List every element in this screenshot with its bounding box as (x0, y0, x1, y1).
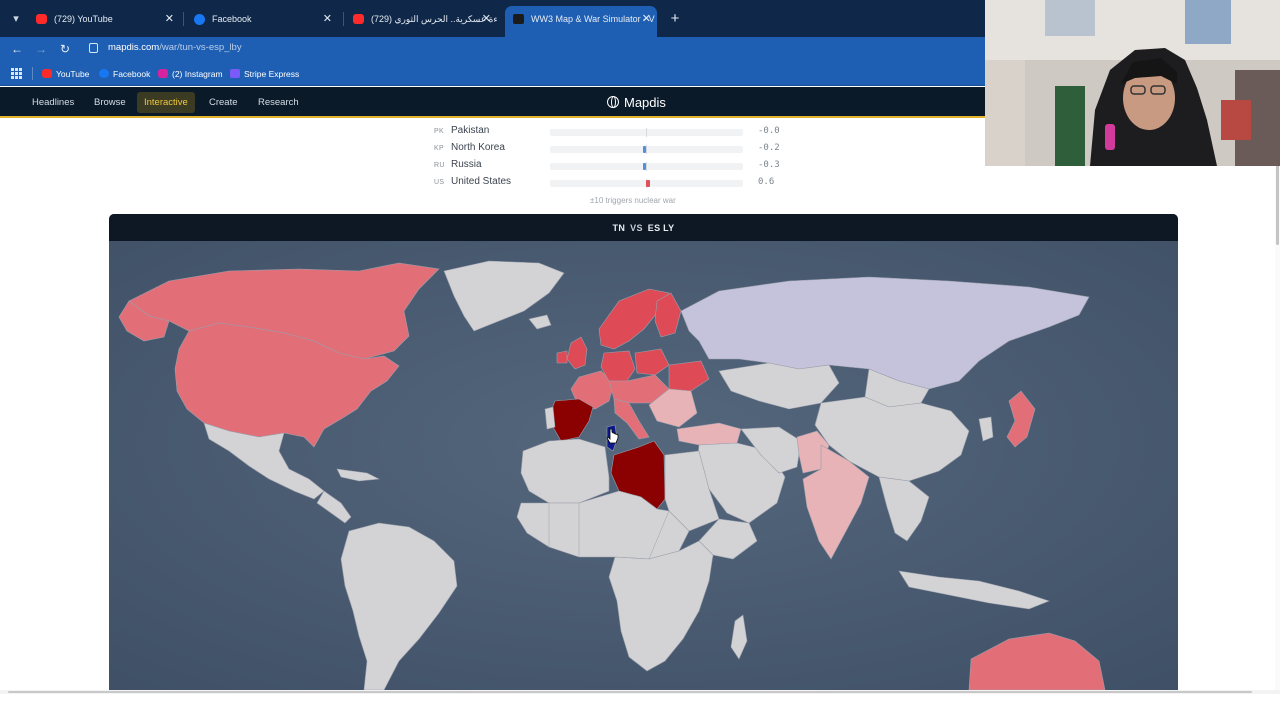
country-code: RU (434, 162, 445, 169)
reload-icon[interactable]: ↻ (56, 39, 74, 59)
stripe-icon (230, 69, 240, 78)
country-name: North Korea (451, 142, 505, 153)
close-icon[interactable]: ✕ (323, 6, 332, 32)
bookmark-instagram[interactable]: (2) Instagram (158, 67, 223, 81)
bookmark-label: YouTube (56, 69, 90, 79)
mouse-cursor-icon (606, 428, 619, 444)
country-name: United States (451, 176, 512, 187)
facebook-icon (99, 69, 109, 78)
tension-value: -0.0 (758, 126, 780, 136)
nav-headlines[interactable]: Headlines (25, 92, 81, 113)
tension-value: -0.3 (758, 160, 780, 170)
youtube-icon (353, 14, 364, 24)
country-code: US (434, 179, 445, 186)
tab-title: (729) قراءة عسكرية.. الحرس الثوري (371, 14, 497, 24)
mapdis-icon (513, 14, 524, 24)
tension-bar (550, 179, 743, 188)
youtube-icon (42, 69, 52, 78)
tab-youtube-video[interactable]: (729) قراءة عسكرية.. الحرس الثوري ✕ (345, 6, 497, 32)
bookmark-youtube[interactable]: YouTube (42, 67, 89, 81)
apps-grid-icon[interactable] (11, 68, 22, 79)
tab-ww3-map[interactable]: WW3 Map & War Simulator - V ✕ (505, 6, 657, 37)
tab-title: Facebook (212, 14, 252, 24)
new-tab-button[interactable]: + (668, 9, 682, 29)
address-bar[interactable]: mapdis.com/war/tun-vs-esp_lby (108, 42, 242, 53)
country-north-africa[interactable] (520, 438, 610, 504)
tab-separator (343, 12, 344, 26)
tension-fill (646, 180, 650, 187)
scroll-thumb[interactable] (8, 691, 1252, 693)
country-portugal[interactable] (544, 406, 556, 430)
vs-label: VS (630, 223, 643, 233)
country-code: KP (434, 145, 444, 152)
tab-title: (729) YouTube (54, 14, 113, 24)
tension-center-line (646, 162, 647, 171)
back-icon[interactable]: ← (8, 39, 26, 59)
side-a-label: TN (612, 223, 626, 233)
tension-center-line (646, 145, 647, 154)
bookmark-facebook[interactable]: Facebook (99, 67, 150, 81)
war-map-card: TN VS ES LY (109, 214, 1178, 690)
nav-interactive[interactable]: Interactive (137, 92, 195, 113)
tab-search-icon[interactable]: ▾ (6, 9, 26, 29)
site-logo[interactable]: Mapdis (607, 93, 666, 112)
nav-create[interactable]: Create (202, 92, 245, 113)
side-b-label: ES LY (647, 223, 675, 233)
bookmark-separator (32, 67, 33, 80)
url-host: mapdis.com (108, 42, 160, 53)
tension-value: -0.2 (758, 143, 780, 153)
screen: ▾ (729) YouTube ✕ Facebook ✕ (729) قراءة… (0, 0, 1280, 720)
country-name: Pakistan (451, 125, 490, 136)
bookmark-label: Facebook (113, 69, 151, 79)
bookmark-label: (2) Instagram (172, 69, 223, 79)
close-icon[interactable]: ✕ (642, 6, 651, 32)
tension-value: 0.6 (758, 177, 775, 187)
tab-separator (183, 12, 184, 26)
tab-facebook[interactable]: Facebook ✕ (186, 6, 338, 32)
globe-icon (607, 96, 619, 108)
close-icon[interactable]: ✕ (165, 6, 174, 32)
tension-bar (550, 162, 743, 171)
country-ireland[interactable] (556, 350, 568, 364)
vertical-scrollbar[interactable] (1275, 120, 1280, 690)
tension-center-line (646, 128, 647, 137)
site-info-icon[interactable] (89, 43, 98, 53)
nav-browse[interactable]: Browse (87, 92, 133, 113)
world-map[interactable] (109, 241, 1178, 690)
tension-fill (643, 146, 646, 153)
instagram-icon (158, 69, 168, 78)
brand-name: Mapdis (624, 95, 666, 110)
close-icon[interactable]: ✕ (482, 6, 491, 32)
tension-note: ±10 triggers nuclear war (590, 196, 676, 205)
url-path: /war/tun-vs-esp_lby (159, 42, 242, 53)
country-name: Russia (451, 159, 482, 170)
country-code: PK (434, 128, 444, 135)
youtube-icon (36, 14, 47, 24)
facebook-icon (194, 14, 205, 25)
horizontal-scrollbar[interactable] (0, 690, 1280, 694)
bookmark-stripe-express[interactable]: Stripe Express (230, 67, 299, 81)
country-germany[interactable] (600, 350, 636, 382)
tension-bar (550, 128, 743, 137)
tension-bar (550, 145, 743, 154)
forward-icon[interactable]: → (32, 39, 50, 59)
tab-youtube[interactable]: (729) YouTube ✕ (28, 6, 180, 32)
webcam-overlay (985, 0, 1280, 166)
matchup-header: TN VS ES LY (109, 214, 1178, 241)
nav-research[interactable]: Research (251, 92, 306, 113)
bookmark-label: Stripe Express (244, 69, 300, 79)
tab-title: WW3 Map & War Simulator - V (531, 14, 655, 24)
tension-fill (643, 163, 646, 170)
